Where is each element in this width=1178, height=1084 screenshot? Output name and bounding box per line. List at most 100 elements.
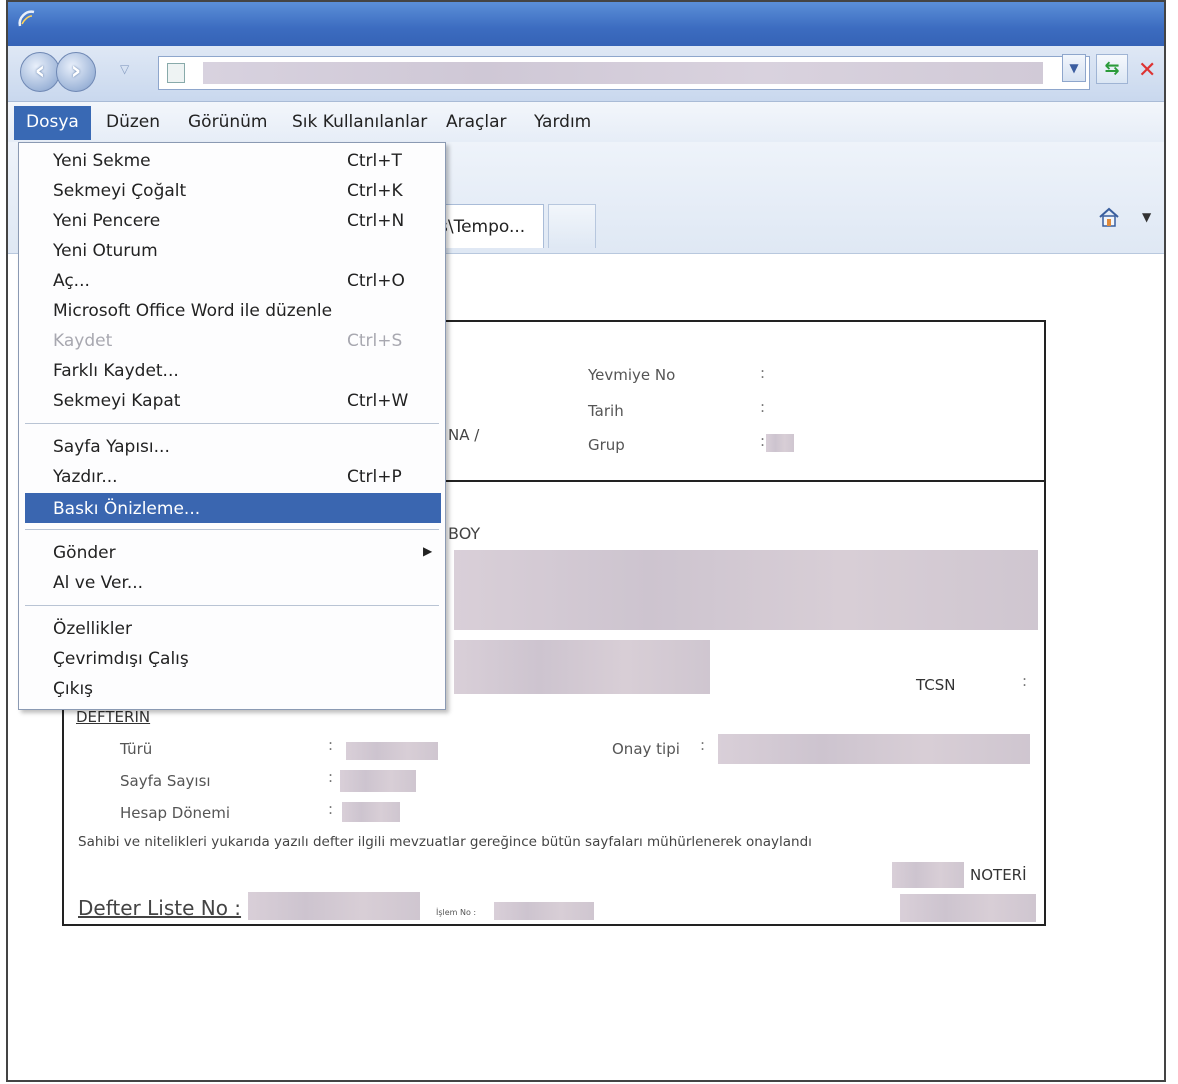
menu-item-label: Kaydet	[53, 331, 113, 351]
colon: :	[328, 768, 334, 786]
approval-sentence: Sahibi ve nitelikleri yukarıda yazılı de…	[78, 834, 812, 850]
noteri-label: NOTERİ	[970, 866, 1027, 884]
address-field[interactable]	[158, 56, 1090, 90]
back-arrow-icon: ‹	[34, 56, 46, 86]
defterin-heading: DEFTERİN	[76, 708, 151, 726]
menu-item-yeni-sekme[interactable]: Yeni Sekme Ctrl+T	[19, 145, 445, 175]
menu-araclar[interactable]: Araçlar	[446, 112, 507, 132]
redacted-block	[454, 550, 1038, 630]
home-icon[interactable]	[1098, 206, 1120, 228]
menu-item-label: Yeni Sekme	[53, 151, 151, 171]
menu-item-shortcut: Ctrl+S	[347, 331, 403, 351]
menu-item-sekmeyi-kapat[interactable]: Sekmeyi Kapat Ctrl+W	[19, 385, 445, 415]
menu-item-kaydet: Kaydet Ctrl+S	[19, 325, 445, 355]
page-icon	[167, 63, 185, 83]
stop-button[interactable]: ✕	[1138, 58, 1156, 83]
menu-item-yeni-pencere[interactable]: Yeni Pencere Ctrl+N	[19, 205, 445, 235]
refresh-button[interactable]: ⇆	[1096, 54, 1128, 84]
menu-item-label: Al ve Ver...	[53, 573, 144, 593]
redacted-noter-name	[892, 862, 964, 888]
tcsn-label: TCSN	[916, 676, 956, 694]
partial-text-boy: BOY	[448, 524, 481, 543]
menu-item-sayfa-yapisi[interactable]: Sayfa Yapısı...	[19, 431, 445, 461]
menu-dosya[interactable]: Dosya	[14, 106, 91, 140]
tarih-label: Tarih	[588, 402, 624, 420]
recent-pages-dropdown[interactable]: ▽	[120, 62, 129, 76]
menu-item-ac[interactable]: Aç... Ctrl+O	[19, 265, 445, 295]
yevmiye-no-label: Yevmiye No	[588, 366, 676, 384]
onay-tipi-label: Onay tipi	[612, 740, 680, 758]
menu-item-shortcut: Ctrl+T	[347, 151, 402, 171]
forward-button[interactable]: ›	[56, 52, 96, 92]
close-icon: ✕	[1138, 58, 1157, 83]
menu-separator	[25, 529, 439, 530]
menu-duzen[interactable]: Düzen	[106, 112, 160, 132]
menu-item-ozellikler[interactable]: Özellikler	[19, 613, 445, 643]
menu-item-al-ve-ver[interactable]: Al ve Ver...	[19, 567, 445, 597]
redacted-block	[454, 640, 710, 694]
title-bar	[8, 2, 1164, 46]
menu-item-sekmeyi-cogalt[interactable]: Sekmeyi Çoğalt Ctrl+K	[19, 175, 445, 205]
colon: :	[760, 364, 766, 382]
menu-item-label: Özellikler	[53, 619, 132, 639]
menu-item-label: Yeni Pencere	[53, 211, 161, 231]
menu-item-label: Microsoft Office Word ile düzenle	[53, 301, 333, 321]
menu-item-gonder[interactable]: Gönder ▶	[19, 537, 445, 567]
address-url-redacted	[203, 62, 1043, 84]
menu-item-label: Aç...	[53, 271, 90, 291]
hesap-donemi-label: Hesap Dönemi	[120, 804, 231, 822]
refresh-icon: ⇆	[1104, 58, 1120, 79]
chevron-down-icon: ▼	[1069, 61, 1079, 75]
colon: :	[1022, 672, 1028, 690]
menu-item-label: Farklı Kaydet...	[53, 361, 179, 381]
browser-window: ‹ › ▽ ▼ ⇆ ✕ Dosya Düzen Görünüm Sık Kull…	[6, 0, 1166, 1082]
menu-item-farkli-kaydet[interactable]: Farklı Kaydet...	[19, 355, 445, 385]
colon: :	[328, 800, 334, 818]
menu-item-label: Sayfa Yapısı...	[53, 437, 170, 457]
menu-item-word-ile-duzenle[interactable]: Microsoft Office Word ile düzenle	[19, 295, 445, 325]
submenu-arrow-icon: ▶	[423, 544, 433, 558]
menu-item-baski-onizleme[interactable]: Baskı Önizleme...	[25, 493, 441, 523]
colon: :	[760, 432, 766, 450]
islem-no-label: İşlem No :	[436, 908, 477, 917]
menu-separator	[25, 423, 439, 424]
menu-item-label: Baskı Önizleme...	[53, 499, 201, 519]
redacted-liste-value	[248, 892, 420, 920]
menu-separator	[25, 605, 439, 606]
menu-item-label: Sekmeyi Kapat	[53, 391, 181, 411]
menu-item-yeni-oturum[interactable]: Yeni Oturum	[19, 235, 445, 265]
menu-bar: Dosya Düzen Görünüm Sık Kullanılanlar Ar…	[8, 102, 1164, 142]
redacted-sayfa-value	[340, 770, 416, 792]
colon: :	[700, 736, 706, 754]
turu-label: Türü	[120, 740, 153, 758]
grup-label: Grup	[588, 436, 625, 454]
menu-item-cevrimdisi-calis[interactable]: Çevrimdışı Çalış	[19, 643, 445, 673]
menu-item-label: Çıkış	[53, 679, 94, 699]
new-tab-button[interactable]	[548, 204, 596, 248]
menu-item-label: Yazdır...	[53, 467, 118, 487]
home-dropdown-chevron-icon[interactable]: ▼	[1142, 210, 1151, 224]
redacted-islem-value	[494, 902, 594, 920]
menu-item-label: Yeni Oturum	[53, 241, 158, 261]
redacted-noter-signature	[900, 894, 1036, 922]
menu-item-yazdir[interactable]: Yazdır... Ctrl+P	[19, 461, 445, 491]
internet-explorer-logo-icon	[18, 10, 35, 27]
menu-item-cikis[interactable]: Çıkış	[19, 673, 445, 703]
menu-item-shortcut: Ctrl+P	[347, 467, 402, 487]
sayfa-sayisi-label: Sayfa Sayısı	[120, 772, 211, 790]
menu-item-label: Çevrimdışı Çalış	[53, 649, 189, 669]
defter-liste-no-label: Defter Liste No :	[78, 896, 242, 920]
menu-gorunum[interactable]: Görünüm	[188, 112, 267, 132]
menu-yardim[interactable]: Yardım	[534, 112, 591, 132]
menu-sik-kullanilanlar[interactable]: Sık Kullanılanlar	[292, 112, 427, 132]
forward-arrow-icon: ›	[70, 56, 82, 86]
redacted-turu-value	[346, 742, 438, 760]
address-dropdown-button[interactable]: ▼	[1062, 54, 1086, 82]
menu-item-shortcut: Ctrl+N	[347, 211, 405, 231]
redacted-hesap-value	[342, 802, 400, 822]
menu-item-shortcut: Ctrl+W	[347, 391, 409, 411]
redacted-grup-value	[766, 434, 794, 452]
colon: :	[328, 736, 334, 754]
back-button[interactable]: ‹	[20, 52, 60, 92]
redacted-onay-value	[718, 734, 1030, 764]
